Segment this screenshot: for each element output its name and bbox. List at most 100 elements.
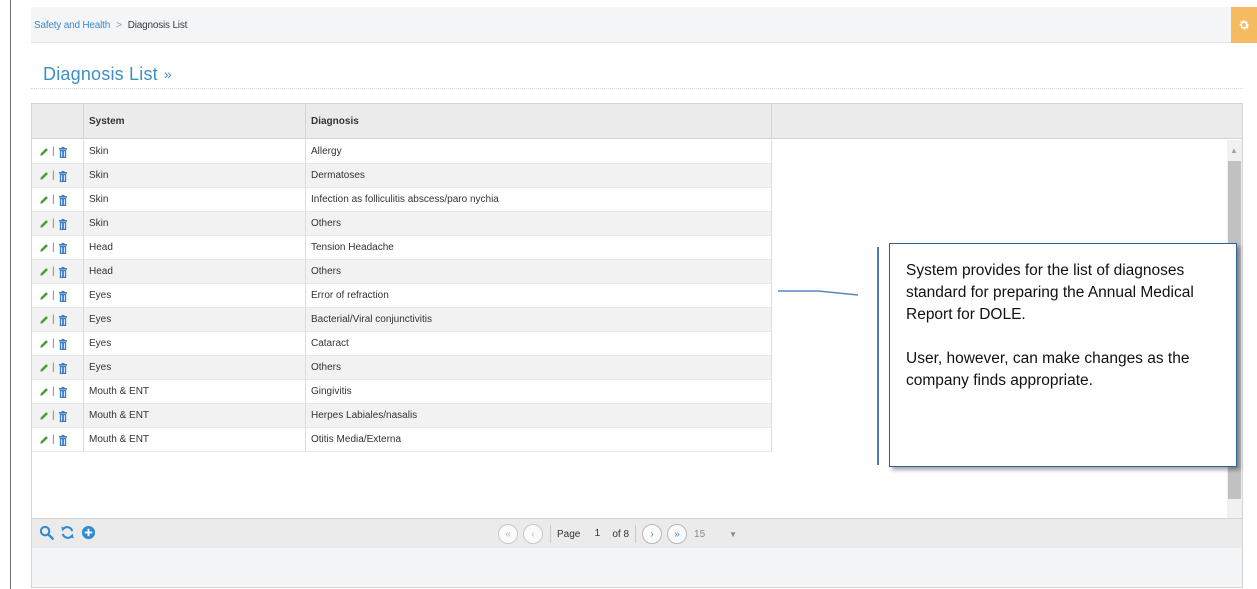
action-separator: |	[52, 194, 55, 205]
column-header-system[interactable]: System	[84, 104, 306, 139]
row-actions: |	[32, 404, 84, 428]
trash-icon[interactable]	[58, 362, 69, 374]
action-separator: |	[52, 434, 55, 445]
system-cell: Eyes	[84, 308, 306, 332]
table-row[interactable]: | Head Tension Headache	[32, 236, 772, 260]
callout-connector	[778, 290, 858, 296]
diagnosis-cell: Others	[306, 356, 772, 380]
action-separator: |	[52, 290, 55, 301]
breadcrumb: Safety and Health > Diagnosis List	[34, 20, 187, 31]
page-title: Diagnosis List »	[43, 64, 172, 85]
settings-button[interactable]	[1231, 7, 1257, 43]
next-page-button[interactable]: ›	[642, 524, 663, 544]
chevron-right-icon: ›	[650, 528, 654, 540]
system-cell: Head	[84, 260, 306, 284]
trash-icon[interactable]	[58, 314, 69, 326]
diagnosis-cell: Tension Headache	[306, 236, 772, 260]
pencil-icon[interactable]	[38, 387, 49, 398]
last-page-button[interactable]: »	[667, 524, 688, 544]
callout-paragraph: System provides for the list of diagnose…	[906, 262, 1194, 323]
pencil-icon[interactable]	[38, 363, 49, 374]
column-header-diagnosis[interactable]: Diagnosis	[306, 104, 772, 139]
pencil-icon[interactable]	[38, 315, 49, 326]
page-title-chevron[interactable]: »	[164, 66, 172, 82]
callout-paragraph: User, however, can make changes as the c…	[906, 350, 1190, 389]
row-actions: |	[32, 260, 84, 284]
pencil-icon[interactable]	[38, 195, 49, 206]
trash-icon[interactable]	[58, 386, 69, 398]
pencil-icon[interactable]	[38, 267, 49, 278]
table-row[interactable]: | Skin Allergy	[32, 140, 772, 164]
pencil-icon[interactable]	[38, 147, 49, 158]
breadcrumb-safety-and-health[interactable]: Safety and Health	[34, 20, 110, 31]
table-row[interactable]: | Mouth & ENT Herpes Labiales/nasalis	[32, 404, 772, 428]
annotation-callout: System provides for the list of diagnose…	[889, 243, 1237, 467]
window-left-edge	[10, 0, 11, 589]
page-title-text: Diagnosis List	[43, 64, 158, 84]
scroll-up-arrow-icon[interactable]: ▲	[1230, 146, 1238, 155]
trash-icon[interactable]	[58, 218, 69, 230]
action-separator: |	[52, 386, 55, 397]
table-row[interactable]: | Eyes Others	[32, 356, 772, 380]
grid-body: | Skin Allergy | Skin Dermatoses | Skin Infectio…	[32, 140, 772, 452]
page-label: Page	[557, 528, 581, 540]
double-chevron-left-icon: «	[505, 528, 511, 540]
system-cell: Mouth & ENT	[84, 404, 306, 428]
table-row[interactable]: | Skin Infection as folliculitis abscess/p…	[32, 188, 772, 212]
page-number-input[interactable]: 1	[586, 525, 608, 543]
top-bar: Safety and Health > Diagnosis List	[31, 7, 1257, 43]
pencil-icon[interactable]	[38, 291, 49, 302]
trash-icon[interactable]	[58, 146, 69, 158]
trash-icon[interactable]	[58, 242, 69, 254]
pencil-icon[interactable]	[38, 411, 49, 422]
pencil-icon[interactable]	[38, 219, 49, 230]
trash-icon[interactable]	[58, 194, 69, 206]
table-row[interactable]: | Eyes Bacterial/Viral conjunctivitis	[32, 308, 772, 332]
chevron-left-icon: ‹	[531, 528, 535, 540]
pencil-icon[interactable]	[38, 243, 49, 254]
page-count-label: of 8	[612, 528, 630, 540]
diagnosis-cell: Error of refraction	[306, 284, 772, 308]
table-row[interactable]: | Mouth & ENT Otitis Media/Externa	[32, 428, 772, 452]
action-separator: |	[52, 314, 55, 325]
grid-toolbar	[39, 525, 96, 543]
table-row[interactable]: | Skin Others	[32, 212, 772, 236]
trash-icon[interactable]	[58, 434, 69, 446]
table-row[interactable]: | Mouth & ENT Gingivitis	[32, 380, 772, 404]
table-row[interactable]: | Skin Dermatoses	[32, 164, 772, 188]
trash-icon[interactable]	[58, 266, 69, 278]
first-page-button[interactable]: «	[498, 524, 518, 544]
action-separator: |	[52, 146, 55, 157]
diagnosis-cell: Dermatoses	[306, 164, 772, 188]
add-circle-icon[interactable]	[81, 525, 96, 543]
table-row[interactable]: | Eyes Cataract	[32, 332, 772, 356]
trash-icon[interactable]	[58, 410, 69, 422]
refresh-icon[interactable]	[60, 525, 75, 543]
system-cell: Skin	[84, 140, 306, 164]
pager-bar: « ‹ Page 1 of 8 › » 15 ▼	[32, 518, 1242, 548]
system-cell: Mouth & ENT	[84, 380, 306, 404]
row-actions: |	[32, 356, 84, 380]
callout-bracket	[877, 247, 879, 465]
pencil-icon[interactable]	[38, 339, 49, 350]
system-cell: Skin	[84, 188, 306, 212]
trash-icon[interactable]	[58, 170, 69, 182]
search-icon[interactable]	[39, 525, 54, 543]
diagnosis-cell: Allergy	[306, 140, 772, 164]
diagnosis-cell: Infection as folliculitis abscess/paro n…	[306, 188, 772, 212]
trash-icon[interactable]	[58, 290, 69, 302]
pencil-icon[interactable]	[38, 435, 49, 446]
system-cell: Skin	[84, 164, 306, 188]
system-cell: Eyes	[84, 284, 306, 308]
page-size-select[interactable]: 15 ▼	[694, 529, 737, 540]
pencil-icon[interactable]	[38, 171, 49, 182]
system-cell: Skin	[84, 212, 306, 236]
row-actions: |	[32, 164, 84, 188]
column-header-actions	[32, 104, 84, 139]
action-separator: |	[52, 266, 55, 277]
pager-divider	[550, 525, 551, 543]
previous-page-button[interactable]: ‹	[523, 524, 543, 544]
trash-icon[interactable]	[58, 338, 69, 350]
table-row[interactable]: | Head Others	[32, 260, 772, 284]
table-row[interactable]: | Eyes Error of refraction	[32, 284, 772, 308]
